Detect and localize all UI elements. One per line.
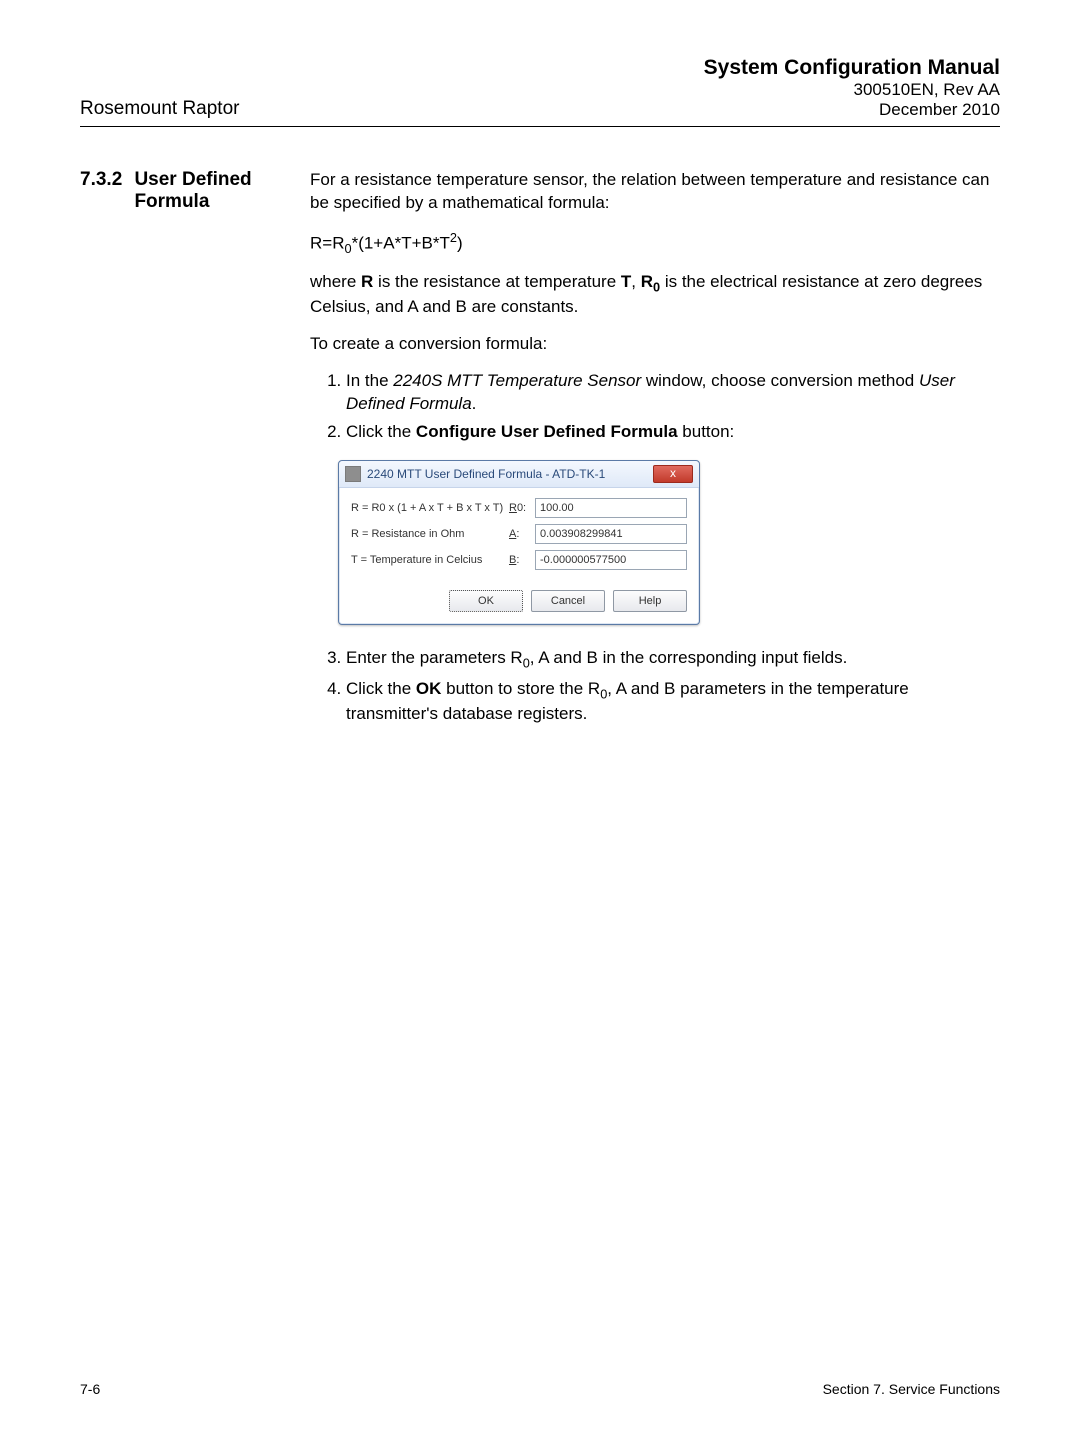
cancel-button[interactable]: Cancel xyxy=(531,590,605,612)
steps-list: In the 2240S MTT Temperature Sensor wind… xyxy=(310,370,1000,445)
header-divider xyxy=(80,126,1000,127)
close-button[interactable]: x xyxy=(653,465,693,483)
intro-paragraph: For a resistance temperature sensor, the… xyxy=(310,169,1000,215)
label-r0: R0: xyxy=(509,501,535,516)
dialog-screenshot: 2240 MTT User Defined Formula - ATD-TK-1… xyxy=(338,460,1000,625)
page-number: 7-6 xyxy=(80,1381,100,1397)
window-icon xyxy=(345,466,361,482)
input-b[interactable] xyxy=(535,550,687,570)
input-a[interactable] xyxy=(535,524,687,544)
step-1: In the 2240S MTT Temperature Sensor wind… xyxy=(346,370,1000,416)
manual-title: System Configuration Manual xyxy=(80,56,1000,80)
help-button[interactable]: Help xyxy=(613,590,687,612)
formula: R=R0*(1+A*T+B*T2) xyxy=(310,229,1000,257)
user-defined-formula-dialog: 2240 MTT User Defined Formula - ATD-TK-1… xyxy=(338,460,700,625)
step-2: Click the Configure User Defined Formula… xyxy=(346,421,1000,444)
label-b: B: xyxy=(509,553,535,568)
product-name: Rosemount Raptor xyxy=(80,98,1000,120)
row-b: T = Temperature in Celcius B: xyxy=(351,550,687,570)
body: 7.3.2 User Defined Formula For a resista… xyxy=(80,145,1000,742)
section-heading: User Defined Formula xyxy=(134,169,251,213)
step-3: Enter the parameters R0, A and B in the … xyxy=(346,647,1000,672)
dialog-title: 2240 MTT User Defined Formula - ATD-TK-1 xyxy=(367,466,605,482)
footer: 7-6 Section 7. Service Functions xyxy=(80,1381,1000,1397)
row-a: R = Resistance in Ohm A: xyxy=(351,524,687,544)
section-label: Section 7. Service Functions xyxy=(823,1381,1000,1397)
dialog-titlebar: 2240 MTT User Defined Formula - ATD-TK-1… xyxy=(339,461,699,488)
content: For a resistance temperature sensor, the… xyxy=(310,145,1000,742)
section-sidebar: 7.3.2 User Defined Formula xyxy=(80,145,310,742)
formula-expression: R = R0 x (1 + A x T + B x T x T) xyxy=(351,501,509,516)
doc-id: 300510EN, Rev AA xyxy=(80,80,1000,100)
dialog-titlebar-left: 2240 MTT User Defined Formula - ATD-TK-1 xyxy=(345,466,605,482)
dialog-buttons: OK Cancel Help xyxy=(339,582,699,624)
label-a: A: xyxy=(509,527,535,542)
legend-r: R = Resistance in Ohm xyxy=(351,527,509,542)
section-number: 7.3.2 xyxy=(80,169,130,191)
ok-button[interactable]: OK xyxy=(449,590,523,612)
legend-t: T = Temperature in Celcius xyxy=(351,553,509,568)
dialog-body: R = R0 x (1 + A x T + B x T x T) R0: R =… xyxy=(339,488,699,582)
row-r0: R = R0 x (1 + A x T + B x T x T) R0: xyxy=(351,498,687,518)
steps-list-cont: Enter the parameters R0, A and B in the … xyxy=(310,647,1000,725)
where-paragraph: where R is the resistance at temperature… xyxy=(310,271,1000,319)
input-r0[interactable] xyxy=(535,498,687,518)
document-page: System Configuration Manual 300510EN, Re… xyxy=(0,0,1080,1437)
step-4: Click the OK button to store the R0, A a… xyxy=(346,678,1000,726)
to-create-paragraph: To create a conversion formula: xyxy=(310,333,1000,356)
